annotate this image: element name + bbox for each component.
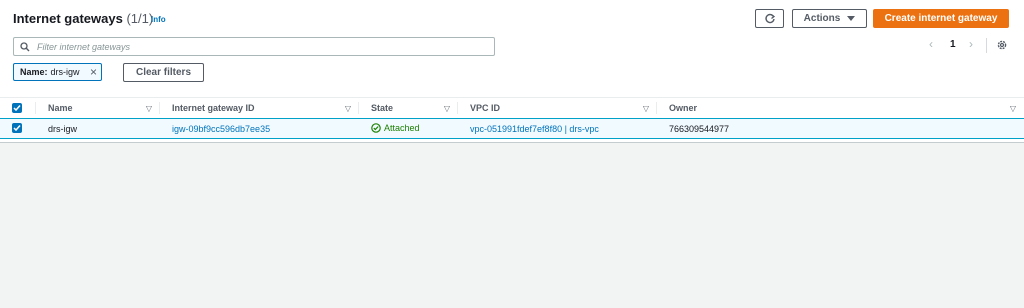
column-header-igw-id[interactable]: Internet gateway ID ▽ xyxy=(160,97,359,119)
sort-icon[interactable]: ▽ xyxy=(1010,104,1016,113)
table-row[interactable]: drs-igw igw-09bf9cc596db7ee35 Attached v… xyxy=(0,117,1024,139)
cell-owner: 766309544977 xyxy=(669,123,730,134)
create-internet-gateway-button[interactable]: Create internet gateway xyxy=(873,9,1009,28)
actions-label: Actions xyxy=(803,13,841,24)
search-input[interactable] xyxy=(35,40,479,53)
column-header-state[interactable]: State ▽ xyxy=(359,97,458,119)
page-title: Internet gateways (1/1) xyxy=(13,11,153,26)
refresh-button[interactable] xyxy=(755,9,784,28)
checkbox-checked-icon[interactable] xyxy=(12,123,22,133)
refresh-icon xyxy=(764,13,775,23)
selection-count: (1/1) xyxy=(126,11,154,26)
filter-token-key: Name: xyxy=(20,67,48,77)
actions-button[interactable]: Actions xyxy=(792,9,867,28)
checkbox-checked-icon[interactable] xyxy=(12,102,22,113)
select-all-header xyxy=(0,97,36,119)
chevron-left-icon[interactable]: ‹ xyxy=(929,37,933,51)
cell-igw-id-link[interactable]: igw-09bf9cc596db7ee35 xyxy=(160,119,359,139)
check-circle-icon xyxy=(371,122,381,133)
page-title-text: Internet gateways xyxy=(13,11,123,26)
column-label: State xyxy=(371,103,394,113)
sort-icon[interactable]: ▽ xyxy=(345,104,351,113)
info-link[interactable]: Info xyxy=(151,15,166,24)
filter-token-value: drs-igw xyxy=(50,67,80,77)
caret-down-icon xyxy=(847,16,856,21)
close-icon[interactable]: × xyxy=(90,66,97,78)
internet-gateways-table: Name ▽ Internet gateway ID ▽ State ▽ VPC… xyxy=(0,97,1024,139)
search-box[interactable] xyxy=(13,37,495,56)
page-number[interactable]: 1 xyxy=(950,39,956,50)
column-label: Name xyxy=(48,103,73,113)
column-label: Internet gateway ID xyxy=(172,103,255,113)
cell-state: Attached xyxy=(359,119,458,139)
cell-name: drs-igw xyxy=(48,123,78,134)
sort-icon[interactable]: ▽ xyxy=(146,104,152,113)
search-icon xyxy=(20,41,30,51)
column-header-vpc-id[interactable]: VPC ID ▽ xyxy=(458,97,657,119)
gear-icon[interactable] xyxy=(996,39,1008,51)
clear-filters-label: Clear filters xyxy=(135,67,192,78)
column-label: Owner xyxy=(669,103,698,113)
sort-icon[interactable]: ▽ xyxy=(643,104,649,113)
status-badge: Attached xyxy=(371,123,420,133)
column-header-owner[interactable]: Owner ▽ xyxy=(657,97,1024,119)
column-header-name[interactable]: Name ▽ xyxy=(36,97,160,119)
column-label: VPC ID xyxy=(470,103,501,113)
divider xyxy=(986,38,987,53)
sort-icon[interactable]: ▽ xyxy=(444,104,450,113)
row-select-cell[interactable] xyxy=(0,119,36,139)
filter-token: Name: drs-igw × xyxy=(13,63,102,81)
chevron-right-icon[interactable]: › xyxy=(969,37,973,51)
cell-vpc-id-link[interactable]: vpc-051991fdef7ef8f80 | drs-vpc xyxy=(458,119,657,139)
create-label: Create internet gateway xyxy=(884,13,998,24)
clear-filters-button[interactable]: Clear filters xyxy=(123,63,204,82)
table-header-row: Name ▽ Internet gateway ID ▽ State ▽ VPC… xyxy=(0,97,1024,119)
internet-gateways-panel: Internet gateways (1/1) Info Actions Cre… xyxy=(0,0,1024,143)
status-text: Attached xyxy=(384,122,420,133)
